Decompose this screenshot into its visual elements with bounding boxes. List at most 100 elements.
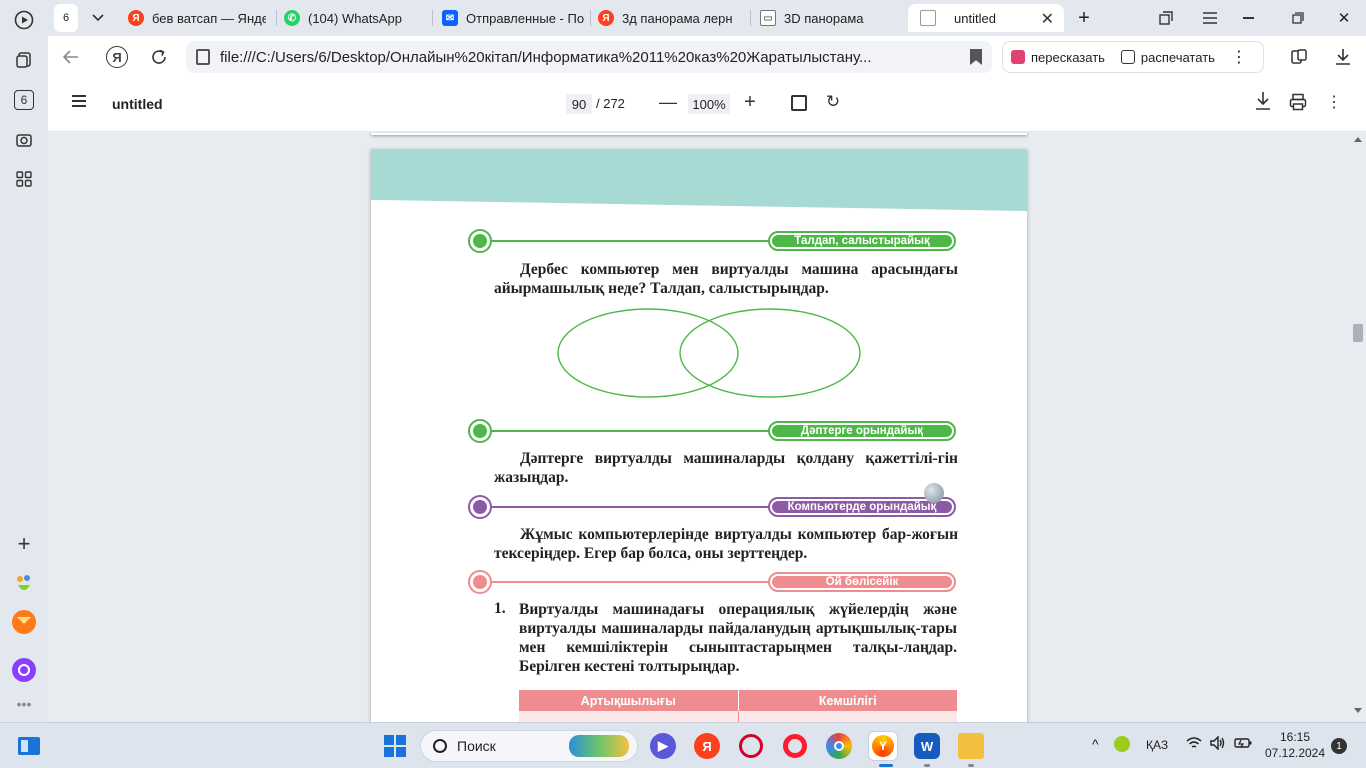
bookmarks-panel-icon[interactable]	[1286, 44, 1312, 70]
globe-icon	[924, 483, 944, 503]
document-icon: ▭	[760, 10, 776, 26]
tab-whatsapp[interactable]: ✆ (104) WhatsApp	[284, 4, 434, 32]
more-actions-icon[interactable]: ⋮	[1223, 42, 1255, 72]
minimize-icon[interactable]	[1236, 4, 1260, 32]
bookmark-icon[interactable]	[970, 49, 982, 65]
retell-icon	[1011, 50, 1025, 64]
retell-label: пересказать	[1031, 49, 1105, 65]
word-icon[interactable]: W	[914, 733, 940, 759]
pdf-title: untitled	[112, 96, 163, 112]
sidebar-badge: 6	[14, 90, 34, 110]
print-label: распечатать	[1140, 49, 1215, 65]
reload-icon[interactable]	[146, 44, 172, 70]
page-number-input[interactable]: 90	[566, 94, 592, 114]
opera-gx-icon[interactable]	[738, 733, 764, 759]
close-tab-icon[interactable]: ✕	[1041, 9, 1054, 29]
tab-mail[interactable]: ✉ Отправленные - Почта	[442, 4, 584, 32]
notification-badge[interactable]: 1	[1331, 738, 1347, 754]
clock[interactable]: 16:15 07.12.2024	[1262, 729, 1328, 761]
language-indicator[interactable]: ҚАЗ	[1146, 738, 1168, 752]
chrome-icon[interactable]	[826, 733, 852, 759]
printer-icon	[1120, 50, 1135, 64]
address-url: file:///C:/Users/6/Desktop/Онлайын%20кіт…	[220, 48, 872, 66]
chevron-down-icon[interactable]	[86, 4, 110, 32]
print-action-button[interactable]: распечатать	[1113, 42, 1223, 72]
close-window-icon[interactable]: ✕	[1332, 4, 1356, 32]
battery-icon[interactable]	[1234, 736, 1252, 753]
file-icon	[196, 49, 210, 65]
section-title: Дәптерге орындайық	[772, 425, 952, 437]
pdf-download-icon[interactable]	[1253, 91, 1273, 113]
pdf-viewer[interactable]: Талдап, салыстырайық Дербес компьютер ме…	[48, 133, 1366, 722]
taskbar-search[interactable]: Поиск	[420, 730, 638, 762]
section-notebook: Дәптерге орындайық	[468, 419, 958, 443]
tab-title: (104) WhatsApp	[308, 10, 402, 26]
downloads-icon[interactable]	[1330, 44, 1356, 70]
scroll-down-icon[interactable]	[1354, 708, 1362, 713]
hand-app-icon[interactable]	[10, 570, 38, 598]
apps-grid-icon[interactable]	[10, 165, 38, 193]
section-title: Ой бөлісейік	[772, 576, 952, 588]
tab-yandex-search[interactable]: Я бев ватсап — Яндекс	[128, 4, 266, 32]
scroll-thumb[interactable]	[1353, 324, 1363, 342]
yandex-logo-icon[interactable]: Я	[104, 44, 130, 70]
scroll-up-icon[interactable]	[1354, 137, 1362, 142]
pdf-print-icon[interactable]	[1288, 93, 1308, 111]
restore-icon[interactable]	[1286, 4, 1310, 32]
volume-icon[interactable]	[1210, 735, 1226, 753]
tab-untitled-active[interactable]: untitled ✕	[908, 4, 1064, 32]
tab-count-button[interactable]: 6	[54, 4, 78, 32]
fit-page-icon[interactable]	[791, 95, 807, 111]
play-icon[interactable]	[10, 6, 38, 34]
zoom-out-icon[interactable]: —	[658, 92, 678, 112]
collections-icon[interactable]	[10, 46, 38, 74]
section-bullet-icon	[468, 229, 492, 253]
new-tab-icon[interactable]: +	[1072, 4, 1096, 32]
file-explorer-icon[interactable]	[958, 733, 984, 759]
tray-app-icon[interactable]	[1114, 736, 1130, 752]
browser-sidebar: 6 + •••	[0, 0, 48, 722]
retell-button[interactable]: пересказать	[1003, 42, 1113, 72]
mail-app-icon[interactable]	[10, 608, 38, 636]
tab-panorama-search[interactable]: Я 3д панорама лерн	[598, 4, 742, 32]
windows-taskbar: Поиск ▶ Я Y W ^ ҚАЗ 16:15 07.12.2024 1	[0, 722, 1366, 768]
venn-right-circle	[679, 308, 861, 398]
yandex-icon: Я	[128, 10, 144, 26]
paragraph-4: Виртуалды машинадағы операциялық жүйелер…	[519, 601, 957, 675]
browser-toolbar: Я file:///C:/Users/6/Desktop/Онлайын%20к…	[48, 36, 1366, 78]
section-analyze: Талдап, салыстырайық	[468, 229, 958, 253]
tab-3d-panorama[interactable]: ▭ 3D панорама	[760, 4, 900, 32]
tab-count: 6	[62, 12, 70, 24]
table-header-disadvantages: Кемшілігі	[737, 690, 958, 711]
tabs-counter-icon[interactable]: 6	[10, 86, 38, 114]
paragraph-1: Дербес компьютер мен виртуалды машина ар…	[494, 261, 958, 297]
vertical-scrollbar[interactable]	[1350, 133, 1366, 722]
wifi-icon[interactable]	[1186, 736, 1202, 753]
page-total: / 272	[596, 96, 625, 111]
search-highlight-image	[569, 735, 629, 757]
menu-icon[interactable]	[1198, 4, 1222, 32]
yandex-app-icon[interactable]: Я	[694, 733, 720, 759]
tray-chevron-up-icon[interactable]: ^	[1092, 736, 1099, 752]
tab-manager-icon[interactable]	[1154, 4, 1178, 32]
meet-icon[interactable]: ▶	[650, 733, 676, 759]
rotate-icon[interactable]: ↻	[823, 92, 843, 112]
pdf-more-icon[interactable]: ⋮	[1326, 92, 1342, 114]
widgets-icon[interactable]	[16, 733, 42, 759]
tab-title: бев ватсап — Яндекс	[152, 10, 266, 26]
screenshot-icon[interactable]	[10, 126, 38, 154]
add-icon[interactable]: +	[10, 530, 38, 558]
more-dots-icon[interactable]: •••	[10, 690, 38, 718]
venn-diagram	[557, 308, 861, 398]
pdf-menu-icon[interactable]	[72, 95, 86, 107]
address-bar[interactable]: file:///C:/Users/6/Desktop/Онлайын%20кіт…	[186, 41, 992, 73]
pdf-toolbar: untitled 90 / 272 — 100% + ↻ ⋮	[48, 78, 1366, 132]
opera-icon[interactable]	[782, 733, 808, 759]
zoom-in-icon[interactable]: +	[740, 91, 760, 113]
table-header-advantages: Артықшылығы	[580, 693, 676, 708]
start-icon[interactable]	[384, 735, 406, 757]
alice-icon[interactable]	[10, 656, 38, 684]
back-arrow-icon[interactable]	[58, 44, 84, 70]
yandex-browser-icon[interactable]: Y	[868, 731, 898, 761]
zoom-level-input[interactable]: 100%	[688, 94, 730, 114]
